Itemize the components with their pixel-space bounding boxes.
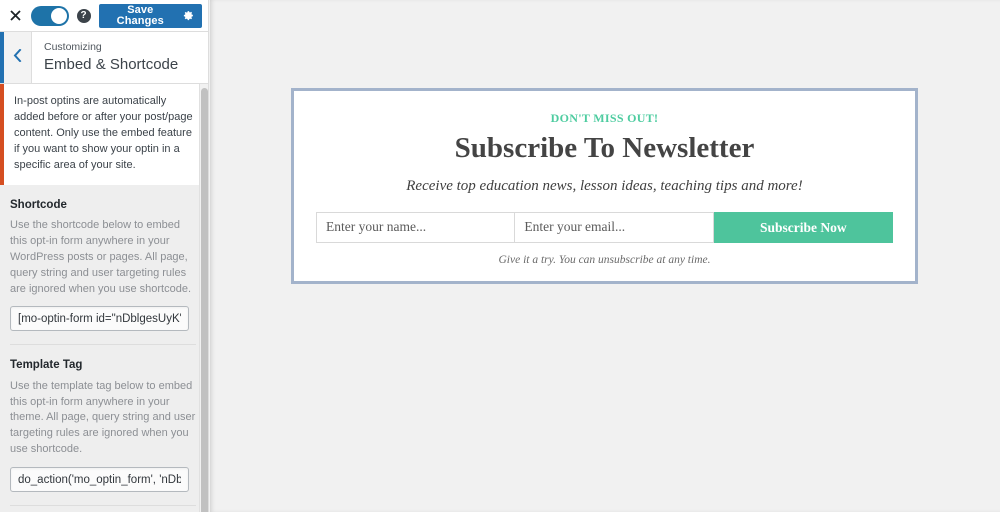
customizer-controls-body: In-post optins are automatically added b… — [0, 84, 208, 512]
optin-form-card: DON'T MISS OUT! Subscribe To Newsletter … — [291, 88, 918, 285]
subscribe-now-button[interactable]: Subscribe Now — [713, 211, 893, 243]
customizer-section-header: Customizing Embed & Shortcode — [0, 32, 208, 84]
section-editor-block: Editor Block You can also use the MailOp… — [0, 506, 208, 512]
shortcode-description: Use the shortcode below to embed this op… — [10, 218, 192, 295]
email-input[interactable] — [515, 211, 714, 243]
optin-preview-area: DON'T MISS OUT! Subscribe To Newsletter … — [210, 0, 1000, 512]
embed-notice-text: In-post optins are automatically added b… — [14, 95, 193, 171]
customizer-topbar: ? Save Changes — [0, 0, 208, 32]
shortcode-heading: Shortcode — [10, 198, 67, 211]
shortcode-input[interactable] — [10, 306, 189, 332]
help-question-icon[interactable]: ? — [76, 8, 91, 23]
template-tag-heading: Template Tag — [10, 359, 83, 372]
template-tag-input[interactable] — [10, 467, 189, 493]
save-changes-button[interactable]: Save Changes — [98, 3, 202, 28]
name-input[interactable] — [316, 211, 516, 243]
gear-icon[interactable] — [183, 10, 194, 21]
customizing-label: Customizing — [44, 40, 102, 53]
section-template-tag: Template Tag Use the template tag below … — [0, 345, 208, 493]
customizer-scrollbar[interactable] — [199, 84, 208, 512]
customizer-panel: ? Save Changes Customizing Embed & Short… — [0, 0, 209, 512]
optin-fields-row: Subscribe Now — [316, 211, 893, 243]
optin-description: Receive top education news, lesson ideas… — [406, 178, 803, 195]
customizer-screen: ? Save Changes Customizing Embed & Short… — [0, 0, 1000, 512]
optin-eyebrow: DON'T MISS OUT! — [550, 111, 659, 125]
page-title: Embed & Shortcode — [44, 56, 179, 74]
embed-notice: In-post optins are automatically added b… — [0, 84, 208, 185]
section-titles: Customizing Embed & Shortcode — [32, 32, 188, 83]
optin-headline: Subscribe To Newsletter — [454, 132, 755, 165]
preview-toggle-switch[interactable] — [30, 5, 69, 26]
chevron-left-icon — [13, 48, 22, 67]
section-shortcode: Shortcode Use the shortcode below to emb… — [0, 185, 208, 332]
template-tag-description: Use the template tag below to embed this… — [10, 379, 196, 456]
save-changes-label: Save Changes — [116, 3, 164, 27]
toggle-knob — [50, 7, 67, 24]
optin-footer-note: Give it a try. You can unsubscribe at an… — [498, 253, 711, 266]
close-x-icon[interactable] — [8, 6, 23, 26]
scrollbar-thumb[interactable] — [201, 88, 208, 512]
back-button[interactable] — [0, 32, 32, 83]
